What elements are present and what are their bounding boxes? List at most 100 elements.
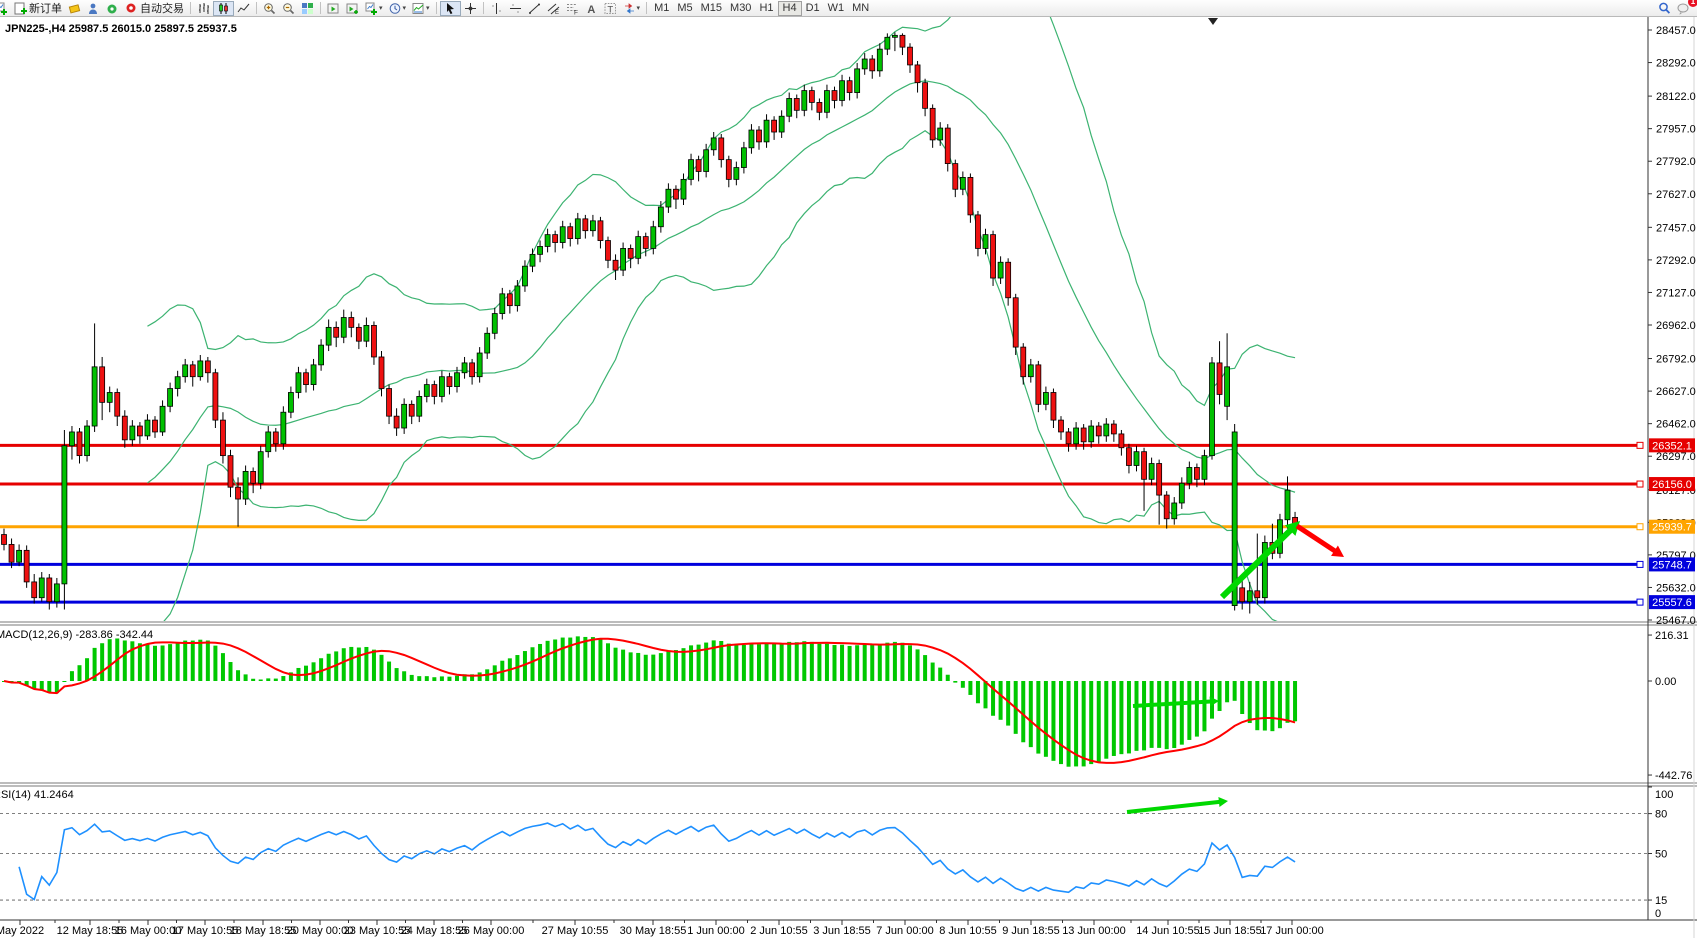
candle [968, 173, 973, 222]
candle [130, 420, 135, 446]
candle [153, 416, 158, 438]
bar-chart-icon[interactable] [194, 1, 213, 16]
gold-glyph [68, 2, 81, 15]
price-level-label: 25939.7 [1652, 522, 1692, 534]
indicators-icon[interactable]: ▾ [362, 1, 386, 16]
timeframe-button-w1[interactable]: W1 [824, 1, 849, 15]
text-label-icon[interactable]: T [601, 1, 620, 16]
candle [115, 389, 120, 426]
arrows-icon[interactable]: ▾ [620, 1, 644, 16]
tiles-glyph [301, 2, 314, 15]
candle [975, 211, 980, 256]
time-axis-label: 26 May 00:00 [458, 925, 525, 937]
candlestick-chart-icon[interactable] [213, 1, 234, 16]
candle [1089, 420, 1094, 448]
candle [183, 359, 188, 383]
candle [598, 217, 603, 249]
candle [311, 359, 316, 391]
candle [394, 408, 399, 436]
candle [296, 367, 301, 399]
rsi-up-arrow[interactable] [1127, 797, 1228, 812]
periods-icon[interactable]: ▾ [386, 1, 410, 16]
candle [100, 357, 105, 420]
rsi-pane [19, 823, 1295, 899]
templates-icon[interactable]: ▾ [409, 1, 433, 16]
macd-indicator-label: MACD(12,26,9) -283.86 -342.44 [0, 629, 153, 641]
zoom-in-icon[interactable] [260, 1, 279, 16]
bollinger-bands [147, 0, 1295, 640]
price-axis-tick: 27627.0 [1656, 189, 1696, 201]
autotrading-button[interactable]: 自动交易 [122, 1, 187, 16]
candle [1210, 357, 1215, 460]
horizontal-price-lines[interactable] [0, 442, 1643, 605]
candle [371, 321, 376, 364]
timeframe-button-mn[interactable]: MN [848, 1, 873, 15]
cursor-icon[interactable] [440, 1, 461, 16]
time-axis-label: 13 Jun 00:00 [1062, 925, 1126, 937]
text-icon[interactable]: A [582, 1, 601, 16]
new-order-button-label: 新订单 [29, 0, 62, 16]
chart-canvas[interactable]: 28457.028292.028122.027957.027792.027627… [0, 0, 1697, 938]
rsi-line [19, 823, 1295, 899]
price-axis-tick: 25632.0 [1656, 582, 1696, 594]
timeframe-button-h1[interactable]: H1 [755, 1, 777, 15]
chart-window-partial-icon[interactable] [0, 1, 11, 16]
trend-glyph [528, 2, 541, 15]
timeframe-button-d1[interactable]: D1 [802, 1, 824, 15]
bars-glyph [197, 2, 210, 15]
candle [1051, 389, 1056, 428]
candle [507, 290, 512, 314]
trendline-icon[interactable] [525, 1, 544, 16]
playbox-glyph [327, 2, 340, 15]
equidistant-channel-icon[interactable]: E [544, 1, 563, 16]
search-icon[interactable] [1655, 1, 1674, 16]
timeframe-button-m15[interactable]: M15 [697, 1, 726, 15]
fibonacci-icon[interactable]: F [563, 1, 582, 16]
tile-windows-icon[interactable] [298, 1, 317, 16]
candle [862, 53, 867, 75]
candle [590, 215, 595, 237]
vertical-line-icon[interactable] [487, 1, 506, 16]
timeframe-button-h4[interactable]: H4 [778, 1, 802, 16]
candle [1036, 361, 1041, 412]
timeframe-button-m1[interactable]: M1 [650, 1, 673, 15]
price-axis-tick: 26627.0 [1656, 386, 1696, 398]
candle [432, 381, 437, 405]
metaeditor-icon[interactable] [65, 1, 84, 16]
candle [17, 544, 22, 566]
market-watch-icon[interactable] [84, 1, 103, 16]
candle [1119, 430, 1124, 456]
candle [545, 229, 550, 253]
linechart-glyph [237, 2, 250, 15]
candle [681, 173, 686, 205]
timeframe-button-m30[interactable]: M30 [726, 1, 755, 15]
candle [77, 428, 82, 464]
zoom-out-icon[interactable] [279, 1, 298, 16]
main-down-arrow[interactable] [1297, 526, 1344, 557]
candle [24, 545, 29, 587]
candle [1096, 422, 1101, 444]
chevron-down-icon: ▾ [379, 4, 383, 12]
crosshair-icon[interactable] [461, 1, 480, 16]
candle [809, 87, 814, 111]
new-chart-icon[interactable] [324, 1, 343, 16]
candle [47, 574, 52, 610]
chat-icon[interactable]: 1 [1674, 1, 1693, 16]
time-axis-label: May 2022 [0, 925, 44, 937]
candle [628, 244, 633, 268]
timeframe-button-m5[interactable]: M5 [673, 1, 696, 15]
new-order-button[interactable]: 新订单 [11, 1, 65, 16]
time-axis-label: 15 Jun 18:55 [1198, 925, 1262, 937]
candle [1126, 444, 1131, 474]
candle [424, 379, 429, 403]
profiles-icon[interactable] [343, 1, 362, 16]
candle [877, 43, 882, 77]
candle [1179, 477, 1184, 509]
strategy-tester-icon[interactable] [103, 1, 122, 16]
line-chart-icon[interactable] [234, 1, 253, 16]
price-level-label: 25748.7 [1652, 559, 1692, 571]
candle [364, 318, 369, 348]
candle [787, 93, 792, 123]
horizontal-line-icon[interactable] [506, 1, 525, 16]
candle [741, 142, 746, 174]
